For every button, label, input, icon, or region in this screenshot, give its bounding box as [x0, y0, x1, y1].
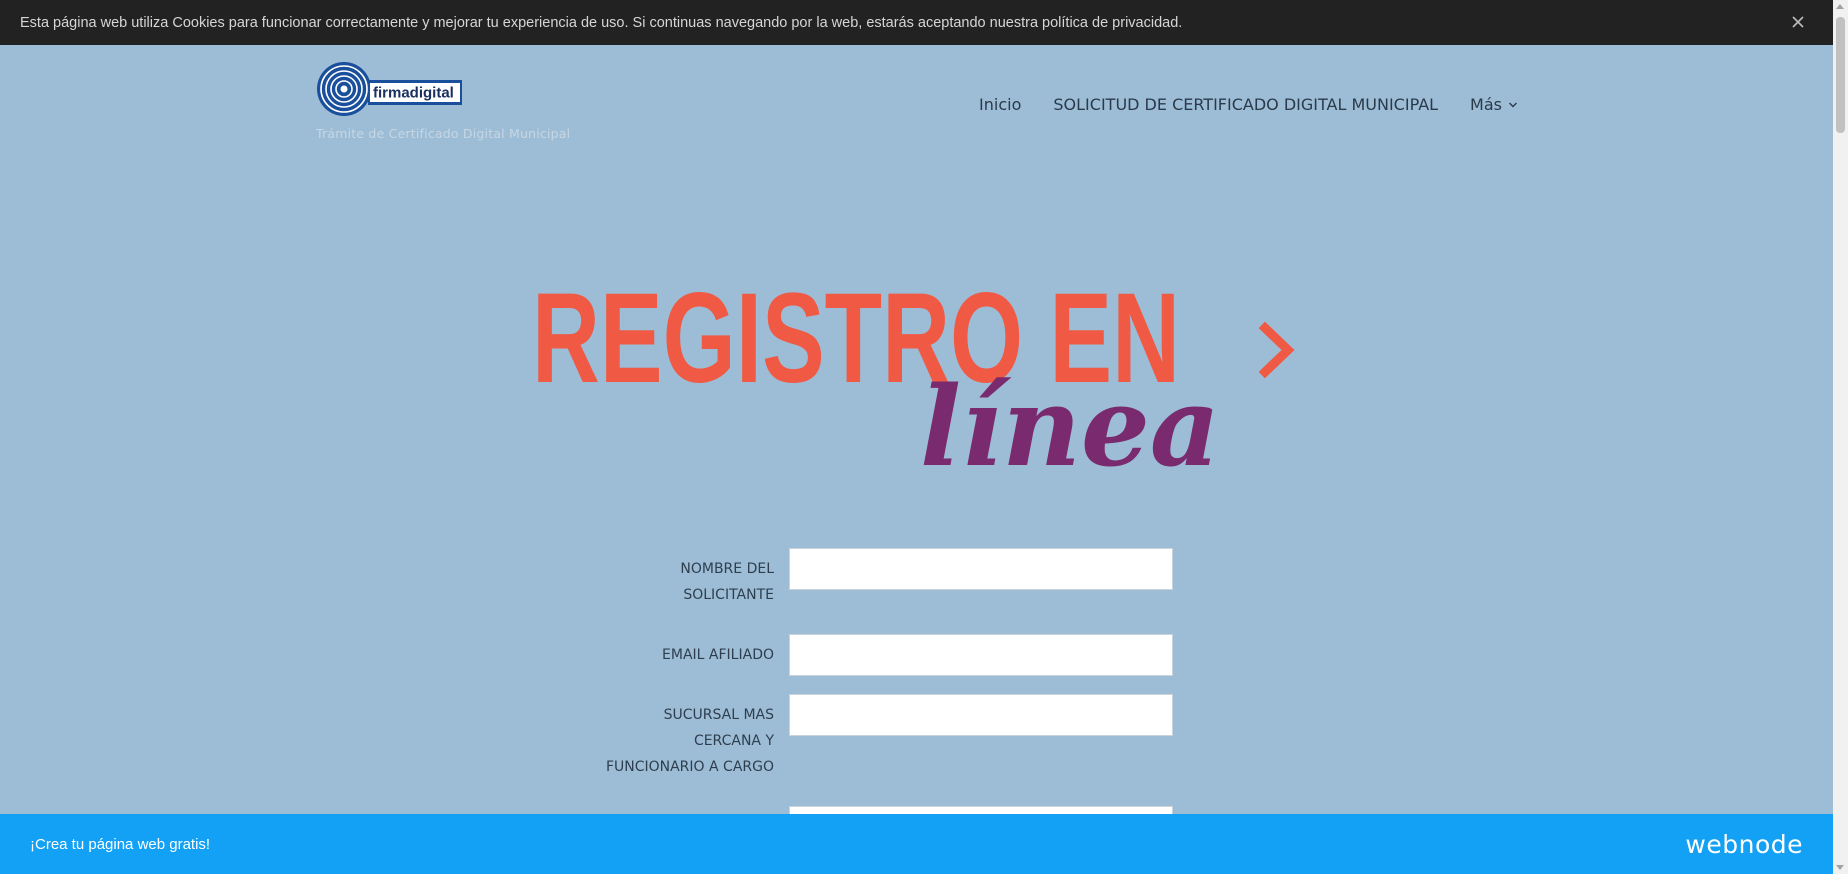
create-site-link[interactable]: ¡Crea tu página web gratis!	[30, 836, 210, 853]
chevron-down-icon	[1509, 102, 1517, 107]
nav-item-mas[interactable]: Más	[1470, 95, 1518, 114]
scroll-down-icon[interactable]	[1836, 865, 1844, 870]
site-tagline: Trámite de Certificado Digital Municipal	[316, 126, 571, 141]
chevron-right-icon	[1258, 321, 1295, 379]
nav-item-mas-label: Más	[1470, 95, 1502, 114]
site-logo[interactable]: firmadigital	[316, 60, 462, 118]
nav-item-inicio[interactable]: Inicio	[979, 95, 1021, 114]
svg-text:firmadigital: firmadigital	[373, 85, 454, 102]
promo-bar: ¡Crea tu página web gratis! webnode	[0, 814, 1833, 874]
hero-subtitle: línea	[920, 362, 1220, 490]
cookie-banner-text: Esta página web utiliza Cookies para fun…	[20, 14, 1183, 31]
main-nav: Inicio SOLICITUD DE CERTIFICADO DIGITAL …	[979, 95, 1518, 114]
close-icon[interactable]	[1788, 12, 1808, 32]
field-label-email: EMAIL AFILIADO	[662, 647, 774, 663]
scroll-up-icon[interactable]	[1836, 4, 1844, 9]
field-label-nombre: NOMBRE DEL SOLICITANTE	[680, 561, 774, 603]
vertical-scrollbar[interactable]	[1833, 0, 1848, 874]
sucursal-input[interactable]	[789, 694, 1173, 736]
email-input[interactable]	[789, 634, 1173, 676]
hero-banner: REGISTRO EN línea	[532, 270, 1295, 490]
field-label-sucursal: SUCURSAL MAS CERCANA Y FUNCIONARIO A CAR…	[605, 707, 774, 775]
nombre-input[interactable]	[789, 548, 1173, 590]
nav-item-solicitud[interactable]: SOLICITUD DE CERTIFICADO DIGITAL MUNICIP…	[1053, 95, 1438, 114]
webnode-logo[interactable]: webnode	[1685, 830, 1803, 859]
cookie-banner: Esta página web utiliza Cookies para fun…	[0, 0, 1833, 45]
scroll-thumb[interactable]	[1836, 17, 1845, 133]
